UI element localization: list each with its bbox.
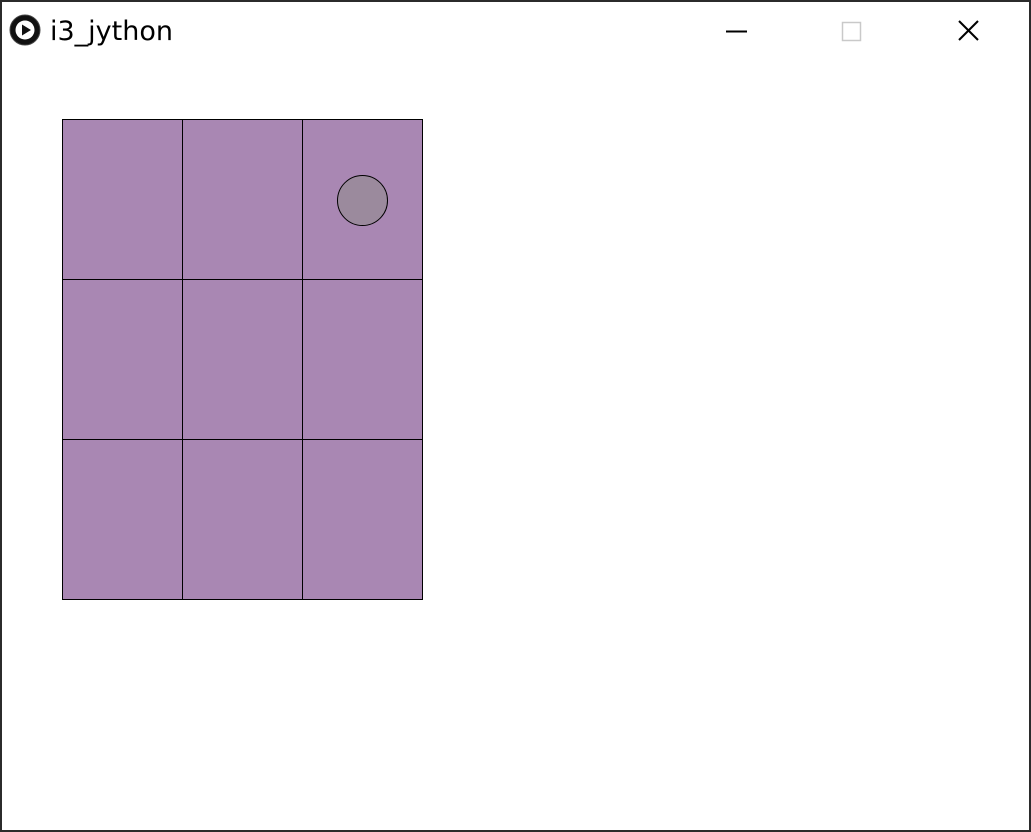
close-button[interactable] (911, 2, 1021, 62)
minimize-icon (726, 30, 747, 33)
board-cell-2-2[interactable] (302, 439, 423, 600)
board-cell-2-1[interactable] (182, 439, 303, 600)
board-cell-0-0[interactable] (62, 119, 183, 280)
board-svg[interactable] (62, 119, 423, 600)
maximize-button[interactable] (795, 2, 905, 62)
game-board[interactable] (62, 119, 423, 600)
board-cell-2-0[interactable] (62, 439, 183, 600)
maximize-icon (841, 21, 862, 42)
app-window: i3_jython (0, 0, 1031, 832)
board-cell-0-1[interactable] (182, 119, 303, 280)
window-title: i3_jython (50, 16, 173, 47)
sketch-canvas[interactable] (2, 62, 1029, 830)
minimize-button[interactable] (680, 2, 790, 62)
close-icon (958, 20, 979, 41)
circle-piece (337, 175, 388, 226)
board-cell-1-0[interactable] (62, 279, 183, 440)
processing-play-icon (9, 14, 41, 46)
board-cell-1-2[interactable] (302, 279, 423, 440)
board-cell-1-1[interactable] (182, 279, 303, 440)
title-bar[interactable]: i3_jython (2, 2, 1029, 62)
